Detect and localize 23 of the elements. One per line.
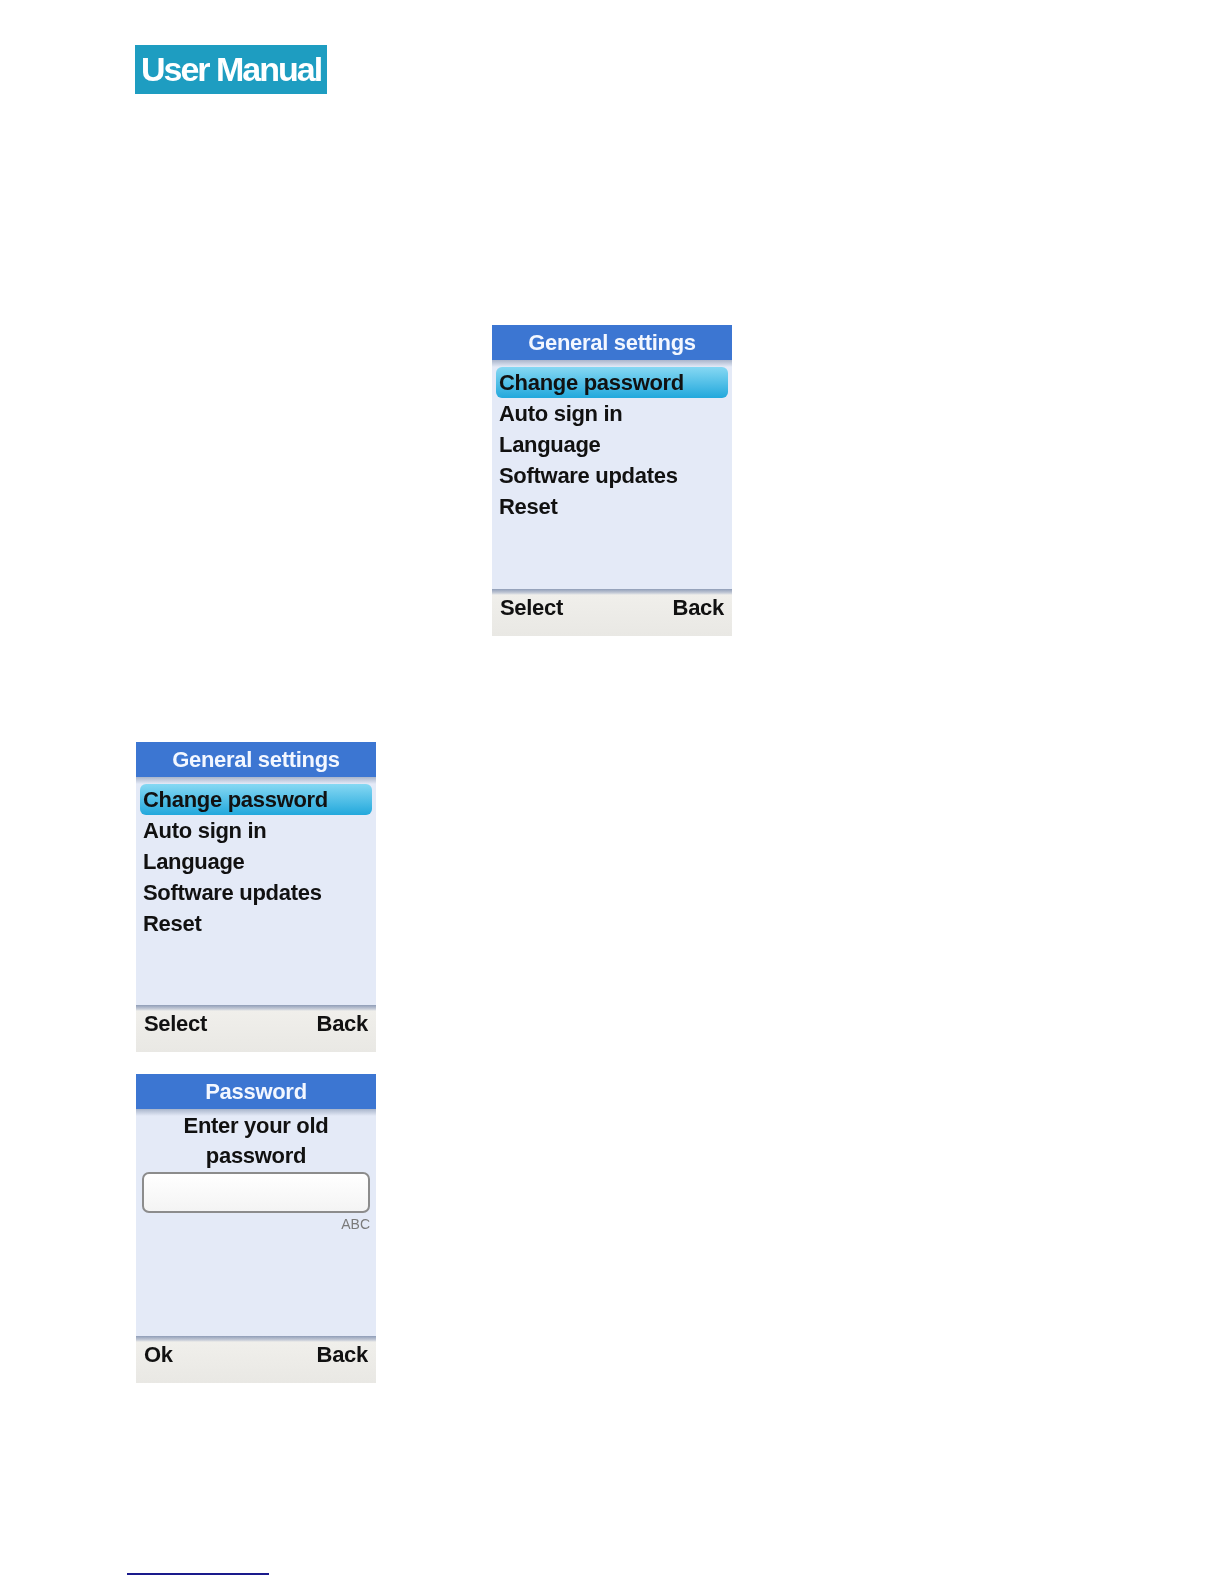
left-softkey[interactable]: Select [500,594,564,622]
menu-item[interactable]: Language [140,846,372,877]
menu-item[interactable]: Software updates [140,877,372,908]
menu-item[interactable]: Change password [496,367,728,398]
left-softkey[interactable]: Ok [144,1341,173,1369]
prompt-text: Enter your old password [182,1112,330,1170]
screen-title: General settings [136,742,376,777]
menu-item[interactable]: Reset [140,908,372,939]
menu-item[interactable]: Software updates [496,460,728,491]
right-softkey[interactable]: Back [672,594,724,622]
input-field[interactable] [142,1172,370,1213]
menu-item[interactable]: Auto sign in [140,815,372,846]
menu-item[interactable]: Reset [496,491,728,522]
manual-title: User Manual [135,45,328,94]
left-softkey[interactable]: Select [144,1010,208,1038]
right-softkey[interactable]: Back [316,1010,368,1038]
right-softkey[interactable]: Back [316,1341,368,1369]
menu-item[interactable]: Change password [140,784,372,815]
input-mode-indicator: ABC [341,1216,370,1232]
menu-item[interactable]: Language [496,429,728,460]
screen-title: Password [136,1074,376,1109]
screen-title: General settings [492,325,732,360]
menu-item[interactable]: Auto sign in [496,398,728,429]
